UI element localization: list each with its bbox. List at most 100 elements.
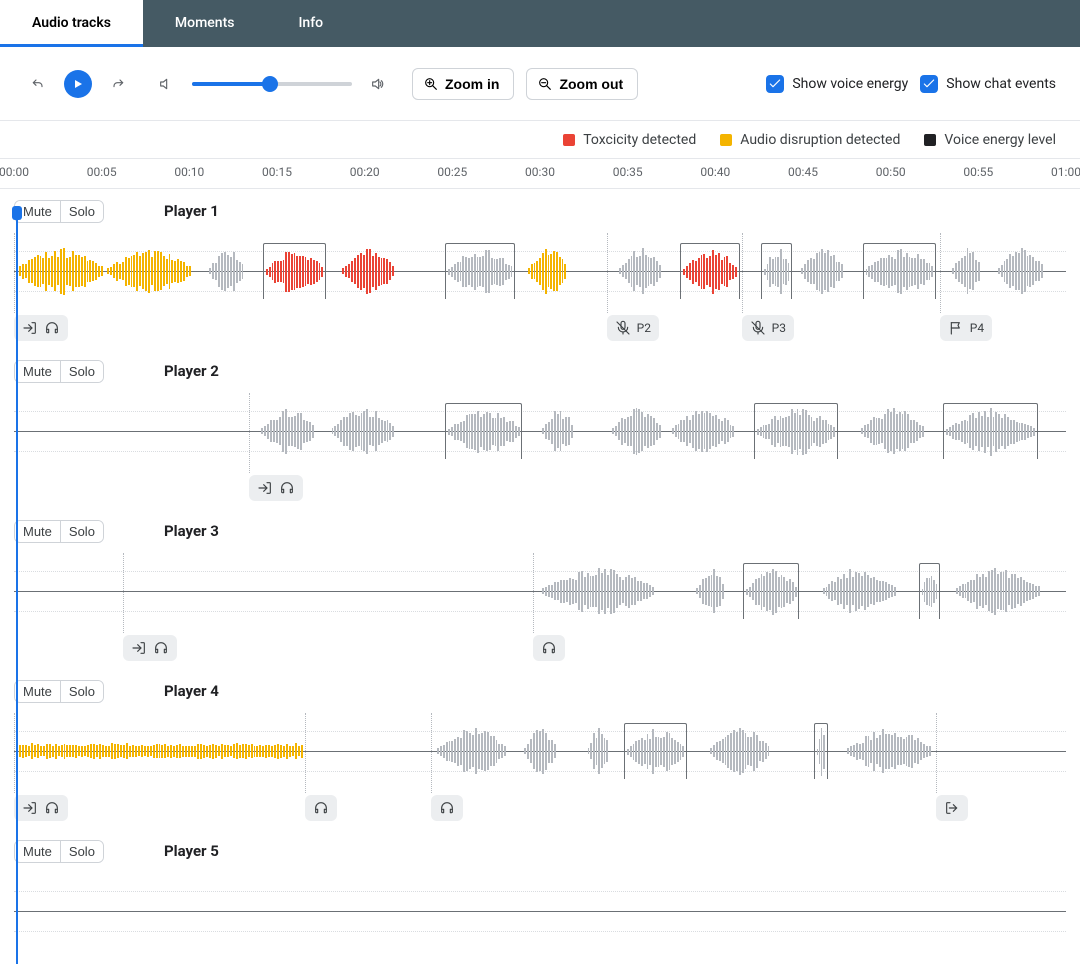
event-chip[interactable] bbox=[123, 635, 177, 661]
mute-solo-group: MuteSolo bbox=[14, 360, 104, 383]
audio-clip[interactable] bbox=[743, 563, 799, 619]
track: MuteSoloPlayer 2 bbox=[0, 349, 1080, 509]
tab-info[interactable]: Info bbox=[266, 0, 355, 47]
legend-label: Toxcicity detected bbox=[583, 132, 696, 148]
toggle-show-voice-energy[interactable]: Show voice energy bbox=[766, 75, 908, 93]
audio-clip[interactable] bbox=[14, 723, 305, 779]
audio-clip[interactable] bbox=[954, 563, 1042, 619]
tab-label: Info bbox=[298, 15, 323, 31]
redo-button[interactable] bbox=[104, 70, 132, 98]
audio-clip[interactable] bbox=[330, 403, 397, 459]
mute-button[interactable]: Mute bbox=[15, 361, 61, 382]
audio-clip[interactable] bbox=[522, 723, 557, 779]
waveform-lane[interactable] bbox=[14, 391, 1066, 471]
volume-max-button[interactable] bbox=[364, 70, 392, 98]
legend-swatch bbox=[563, 134, 575, 146]
solo-button[interactable]: Solo bbox=[61, 681, 103, 702]
undo-button[interactable] bbox=[24, 70, 52, 98]
audio-clip[interactable] bbox=[526, 243, 568, 299]
solo-button[interactable]: Solo bbox=[61, 841, 103, 862]
playhead[interactable] bbox=[16, 206, 18, 964]
redo-icon bbox=[110, 76, 126, 92]
event-chip[interactable] bbox=[14, 795, 68, 821]
zoom-out-icon bbox=[537, 76, 553, 92]
audio-clip[interactable] bbox=[105, 243, 193, 299]
solo-button[interactable]: Solo bbox=[61, 361, 103, 382]
legend-label: Voice energy level bbox=[944, 132, 1056, 148]
ruler-tick: 00:20 bbox=[350, 165, 380, 179]
solo-button[interactable]: Solo bbox=[61, 521, 103, 542]
event-chip[interactable] bbox=[14, 315, 68, 341]
event-chip[interactable] bbox=[249, 475, 303, 501]
audio-clip[interactable] bbox=[586, 723, 611, 779]
mute-button[interactable]: Mute bbox=[15, 841, 61, 862]
time-ruler[interactable]: 00:0000:0500:1000:1500:2000:2500:3000:35… bbox=[0, 159, 1080, 189]
waveform-lane[interactable] bbox=[14, 711, 1066, 791]
event-chip[interactable] bbox=[936, 795, 968, 821]
volume-slider[interactable] bbox=[192, 82, 352, 86]
ruler-tick: 00:35 bbox=[613, 165, 643, 179]
audio-clip[interactable] bbox=[14, 243, 105, 299]
legend-disruption: Audio disruption detected bbox=[720, 132, 900, 148]
mute-button[interactable] bbox=[152, 70, 180, 98]
play-button[interactable] bbox=[64, 70, 92, 98]
waveform-lane[interactable] bbox=[14, 871, 1066, 951]
audio-clip[interactable] bbox=[445, 243, 515, 299]
zoom-in-icon bbox=[423, 76, 439, 92]
event-chip[interactable] bbox=[431, 795, 463, 821]
ruler-tick: 00:15 bbox=[262, 165, 292, 179]
ruler-tick: 00:30 bbox=[525, 165, 555, 179]
audio-clip[interactable] bbox=[950, 243, 982, 299]
track-name: Player 1 bbox=[164, 202, 219, 220]
solo-button[interactable]: Solo bbox=[61, 201, 103, 222]
audio-clip[interactable] bbox=[708, 723, 771, 779]
event-chip[interactable] bbox=[533, 635, 565, 661]
audio-clip[interactable] bbox=[263, 243, 326, 299]
tab-moments[interactable]: Moments bbox=[143, 0, 267, 47]
tab-audio-tracks[interactable]: Audio tracks bbox=[0, 0, 143, 47]
audio-clip[interactable] bbox=[617, 243, 663, 299]
mute-button[interactable]: Mute bbox=[15, 521, 61, 542]
event-chip[interactable]: P3 bbox=[742, 315, 794, 341]
audio-clip[interactable] bbox=[845, 723, 933, 779]
legend-label: Audio disruption detected bbox=[740, 132, 900, 148]
audio-clip[interactable] bbox=[814, 723, 828, 779]
audio-clip[interactable] bbox=[859, 403, 926, 459]
mute-solo-group: MuteSolo bbox=[14, 200, 104, 223]
audio-clip[interactable] bbox=[799, 243, 845, 299]
audio-clip[interactable] bbox=[694, 563, 726, 619]
waveform-lane[interactable] bbox=[14, 551, 1066, 631]
audio-clip[interactable] bbox=[445, 403, 522, 459]
audio-clip[interactable] bbox=[863, 243, 937, 299]
event-chip[interactable] bbox=[305, 795, 337, 821]
audio-clip[interactable] bbox=[259, 403, 315, 459]
toggle-show-chat-events[interactable]: Show chat events bbox=[920, 75, 1056, 93]
event-chip[interactable]: P2 bbox=[607, 315, 659, 341]
event-chip-row bbox=[14, 473, 1066, 509]
audio-clip[interactable] bbox=[670, 403, 737, 459]
audio-clip[interactable] bbox=[624, 723, 687, 779]
audio-clip[interactable] bbox=[610, 403, 663, 459]
zoom-out-button[interactable]: Zoom out bbox=[526, 68, 638, 100]
ruler-tick: 00:10 bbox=[174, 165, 204, 179]
mute-button[interactable]: Mute bbox=[15, 681, 61, 702]
audio-clip[interactable] bbox=[207, 243, 246, 299]
track-name: Player 4 bbox=[164, 682, 219, 700]
audio-clip[interactable] bbox=[435, 723, 509, 779]
event-chip[interactable]: P4 bbox=[940, 315, 992, 341]
audio-clip[interactable] bbox=[996, 243, 1045, 299]
audio-clip[interactable] bbox=[821, 563, 898, 619]
audio-clip[interactable] bbox=[919, 563, 940, 619]
audio-clip[interactable] bbox=[540, 403, 575, 459]
mute-solo-group: MuteSolo bbox=[14, 520, 104, 543]
audio-clip[interactable] bbox=[761, 243, 793, 299]
audio-clip[interactable] bbox=[680, 243, 740, 299]
waveform-lane[interactable] bbox=[14, 231, 1066, 311]
audio-clip[interactable] bbox=[340, 243, 396, 299]
audio-clip[interactable] bbox=[943, 403, 1038, 459]
checkbox-label: Show chat events bbox=[946, 76, 1056, 92]
ruler-tick: 01:00 bbox=[1051, 165, 1080, 179]
audio-clip[interactable] bbox=[540, 563, 656, 619]
audio-clip[interactable] bbox=[754, 403, 838, 459]
zoom-in-button[interactable]: Zoom in bbox=[412, 68, 514, 100]
